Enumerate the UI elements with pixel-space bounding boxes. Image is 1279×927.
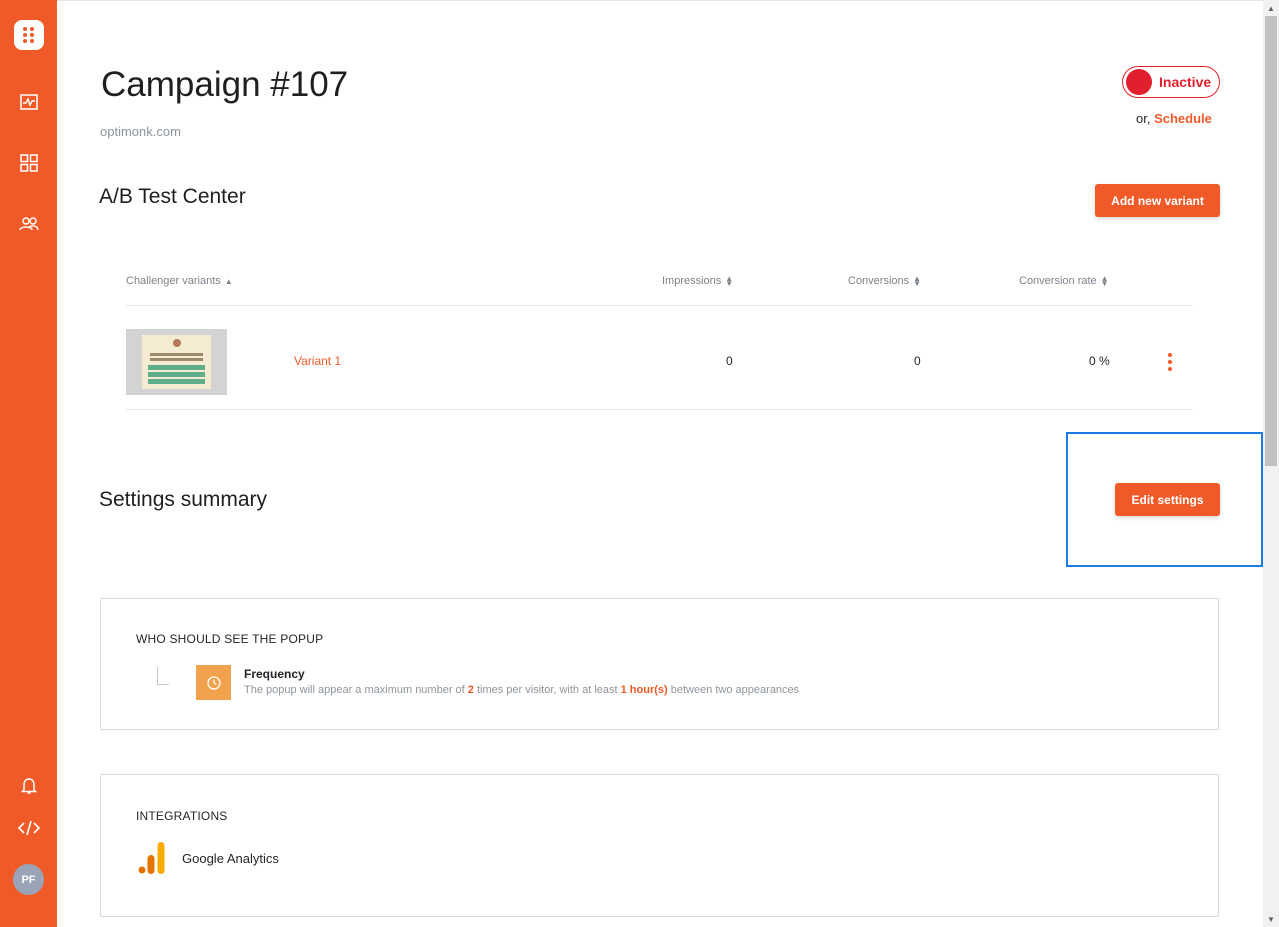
add-new-variant-button[interactable]: Add new variant xyxy=(1095,184,1220,217)
impressions-value: 0 xyxy=(726,354,733,368)
schedule-prefix: or, xyxy=(1136,111,1151,126)
conversions-value: 0 xyxy=(914,354,921,368)
app-logo-icon[interactable] xyxy=(14,20,44,50)
table-divider xyxy=(126,409,1193,410)
column-label: Impressions xyxy=(662,275,722,287)
schedule-link[interactable]: Schedule xyxy=(1154,111,1212,126)
variant-name-link[interactable]: Variant 1 xyxy=(294,354,341,368)
column-header-conversions[interactable]: Conversions ▲ ▼ xyxy=(848,274,922,288)
focus-highlight xyxy=(1066,432,1263,567)
sort-icon: ▲ ▼ xyxy=(1100,274,1109,288)
card-title: WHO SHOULD SEE THE POPUP xyxy=(136,632,324,646)
sidebar: PF xyxy=(0,0,57,927)
users-icon[interactable] xyxy=(16,211,42,237)
column-header-conversion-rate[interactable]: Conversion rate ▲ ▼ xyxy=(1019,274,1109,288)
freq-text: between two appearances xyxy=(667,684,800,696)
tree-connector xyxy=(157,667,169,685)
sort-icon: ▲ ▼ xyxy=(913,274,922,288)
google-analytics-icon xyxy=(138,842,165,874)
frequency-icon xyxy=(196,665,231,700)
settings-summary-title: Settings summary xyxy=(99,488,268,511)
main-content: Campaign #107 optimonk.com Inactive or, … xyxy=(57,0,1263,927)
scroll-thumb[interactable] xyxy=(1265,16,1277,466)
integrations-card: INTEGRATIONS Google Analytics xyxy=(100,774,1219,917)
frequency-description: The popup will appear a maximum number o… xyxy=(244,684,799,696)
column-header-variants[interactable]: Challenger variants ▲ xyxy=(126,275,233,287)
freq-hours: 1 hour(s) xyxy=(620,684,668,696)
scrollbar[interactable]: ▲ ▼ xyxy=(1263,0,1279,927)
status-toggle[interactable]: Inactive xyxy=(1122,66,1220,98)
freq-text: times per visitor, with at least xyxy=(473,684,621,696)
more-options-icon[interactable] xyxy=(1163,353,1177,371)
frequency-title: Frequency xyxy=(244,667,305,681)
who-should-see-card: WHO SHOULD SEE THE POPUP Frequency The p… xyxy=(100,598,1219,730)
variant-thumbnail[interactable] xyxy=(126,329,227,395)
card-title: INTEGRATIONS xyxy=(136,809,228,823)
variant-name[interactable]: Variant 1 xyxy=(294,354,341,368)
conversion-rate-value: 0 % xyxy=(1089,354,1110,368)
sort-asc-icon: ▲ xyxy=(224,276,233,286)
integration-name: Google Analytics xyxy=(182,851,279,866)
avatar[interactable]: PF xyxy=(13,864,44,895)
table-divider xyxy=(126,305,1193,306)
status-label: Inactive xyxy=(1159,74,1212,90)
analytics-icon[interactable] xyxy=(16,89,42,115)
popup-preview xyxy=(142,335,211,389)
scroll-up-icon[interactable]: ▲ xyxy=(1263,0,1279,16)
page-title: Campaign #107 xyxy=(101,65,349,104)
campaigns-grid-icon[interactable] xyxy=(16,150,42,176)
campaign-domain: optimonk.com xyxy=(100,124,181,139)
column-label: Challenger variants xyxy=(126,275,221,287)
column-label: Conversion rate xyxy=(1019,275,1097,287)
bell-icon[interactable] xyxy=(16,773,42,799)
column-label: Conversions xyxy=(848,275,910,287)
scroll-down-icon[interactable]: ▼ xyxy=(1263,911,1279,927)
freq-text: The popup will appear a maximum number o… xyxy=(244,684,468,696)
ab-test-title: A/B Test Center xyxy=(99,185,246,208)
code-icon[interactable] xyxy=(16,815,42,841)
sort-icon: ▲ ▼ xyxy=(725,274,734,288)
status-dot-icon xyxy=(1126,69,1152,95)
column-header-impressions[interactable]: Impressions ▲ ▼ xyxy=(662,274,734,288)
schedule-line: or, Schedule xyxy=(1136,111,1212,126)
